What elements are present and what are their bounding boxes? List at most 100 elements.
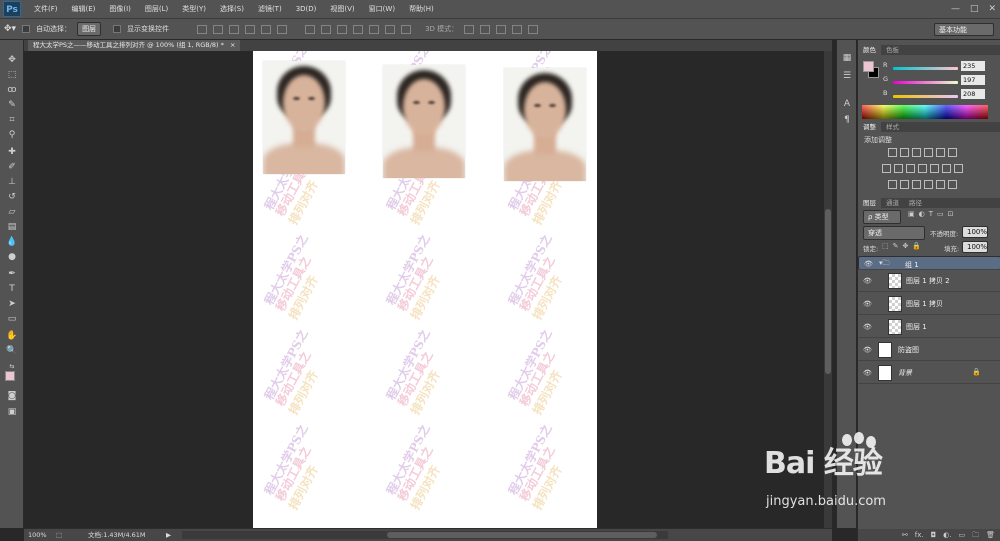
tab-styles[interactable]: 样式 <box>881 122 904 132</box>
show-transform-checkbox[interactable] <box>113 25 122 33</box>
move-tool-icon[interactable]: ✥ <box>5 54 19 67</box>
document-canvas[interactable]: 程大太学PS之移动工具之排列对齐程大太学PS之移动工具之排列对齐程大太学PS之移… <box>253 51 597 528</box>
distribute-bottom-icon[interactable] <box>337 24 348 34</box>
blue-slider[interactable]: B 208 <box>858 89 1000 103</box>
adjustment-icon[interactable] <box>888 148 897 157</box>
paragraph-panel-icon[interactable]: ¶ <box>840 114 854 127</box>
auto-select-dropdown[interactable]: 图层 <box>77 22 102 36</box>
layer-row-watermark[interactable]: 👁 防盗图 <box>858 339 1000 361</box>
healing-tool-icon[interactable]: ✚ <box>5 146 19 159</box>
type-tool-icon[interactable]: T <box>5 283 19 296</box>
history-brush-tool-icon[interactable]: ↺ <box>5 191 19 204</box>
adjustment-icon[interactable] <box>882 164 891 173</box>
shape-tool-icon[interactable]: ▭ <box>5 313 19 326</box>
adjustment-icon[interactable] <box>912 148 921 157</box>
lasso-tool-icon[interactable]: ꝏ <box>5 84 19 97</box>
layer-row-group-1[interactable]: 👁 ▾🗀 组 1 <box>858 256 1000 270</box>
menu-edit[interactable]: 编辑(E) <box>65 0 103 18</box>
layer-style-icon[interactable]: fx. <box>915 529 924 541</box>
menu-view[interactable]: 视图(V) <box>323 0 361 18</box>
distribute-top-icon[interactable] <box>305 24 316 34</box>
menu-filter[interactable]: 滤镜(T) <box>251 0 289 18</box>
eye-icon[interactable]: 👁 <box>863 300 872 308</box>
portrait-photo-3[interactable] <box>504 68 586 181</box>
document-tab[interactable]: 程大太学PS之——移动工具之排列对齐 @ 100% (组 1, RGB/8) *… <box>28 40 241 51</box>
adjustment-icon[interactable] <box>906 164 915 173</box>
align-left-icon[interactable] <box>245 24 256 34</box>
layer-filter-icons[interactable]: ▣◐T▭⊡ <box>908 210 957 218</box>
layer-row-background[interactable]: 👁 背景 🔒 <box>858 362 1000 384</box>
stamp-tool-icon[interactable]: ⊥ <box>5 176 19 189</box>
layer-row-layer-1[interactable]: 👁 图层 1 <box>858 316 1000 338</box>
brush-tool-icon[interactable]: ✐ <box>5 161 19 174</box>
fill-input[interactable]: 100% <box>962 241 988 253</box>
link-layers-icon[interactable]: ⚯ <box>902 529 908 541</box>
maximize-button[interactable]: □ <box>970 0 979 18</box>
eye-icon[interactable]: 👁 <box>863 323 872 331</box>
blue-value-input[interactable]: 208 <box>961 89 985 99</box>
red-slider[interactable]: R 235 <box>858 61 1000 75</box>
distribute-vcenter-icon[interactable] <box>321 24 332 34</box>
menu-layer[interactable]: 图层(L) <box>138 0 175 18</box>
status-share-icon[interactable]: ⬚ <box>56 529 62 541</box>
blur-tool-icon[interactable]: 💧 <box>5 236 19 249</box>
new-group-icon[interactable]: ▭ <box>958 529 965 541</box>
eye-icon[interactable]: 👁 <box>863 277 872 285</box>
color-panel-foreground[interactable] <box>863 61 874 72</box>
menu-type[interactable]: 类型(Y) <box>175 0 213 18</box>
auto-align-icon[interactable] <box>401 24 412 34</box>
adjustment-icon[interactable] <box>936 148 945 157</box>
history-panel-icon[interactable]: ▦ <box>840 52 854 65</box>
menu-3d[interactable]: 3D(D) <box>289 0 324 18</box>
minimize-button[interactable]: — <box>951 0 960 18</box>
menu-select[interactable]: 选择(S) <box>213 0 251 18</box>
hand-tool-icon[interactable]: ✋ <box>5 330 19 343</box>
3d-slide-icon[interactable] <box>512 24 523 34</box>
character-panel-icon[interactable]: A <box>840 98 854 111</box>
gradient-tool-icon[interactable]: ▤ <box>5 221 19 234</box>
crop-tool-icon[interactable]: ⌗ <box>5 114 19 127</box>
quick-mask-icon[interactable]: ◙ <box>5 390 19 403</box>
adjustment-icon[interactable] <box>954 164 963 173</box>
adjustment-icon[interactable] <box>936 180 945 189</box>
layer-row-copy[interactable]: 👁 图层 1 拷贝 <box>858 293 1000 315</box>
adjustment-icon[interactable] <box>900 180 909 189</box>
folder-icon[interactable]: ▾🗀 <box>879 259 890 270</box>
align-bottom-icon[interactable] <box>229 24 240 34</box>
screen-mode-icon[interactable]: ▣ <box>5 406 19 419</box>
portrait-photo-2[interactable] <box>383 65 465 178</box>
adjustment-layer-icon[interactable]: ◐. <box>943 529 951 541</box>
eye-icon[interactable]: 👁 <box>863 369 872 377</box>
new-layer-icon[interactable]: 🗀 <box>972 529 979 541</box>
path-select-tool-icon[interactable]: ➤ <box>5 298 19 311</box>
align-hcenter-icon[interactable] <box>261 24 272 34</box>
adjustment-icon[interactable] <box>942 164 951 173</box>
status-menu-arrow-icon[interactable]: ▶ <box>166 529 171 541</box>
lock-icons[interactable]: ⬚✎✥🔒 <box>882 242 925 250</box>
move-tool-preset-icon[interactable]: ✥▾ <box>4 24 16 34</box>
zoom-tool-icon[interactable]: 🔍 <box>5 345 19 358</box>
distribute-hcenter-icon[interactable] <box>369 24 380 34</box>
3d-roll-icon[interactable] <box>480 24 491 34</box>
adjustment-icon[interactable] <box>894 164 903 173</box>
align-top-icon[interactable] <box>197 24 208 34</box>
layer-filter-dropdown[interactable]: ρ 类型 <box>863 210 901 224</box>
adjustment-icon[interactable] <box>948 180 957 189</box>
add-mask-icon[interactable]: ◘ <box>931 529 937 541</box>
portrait-photo-1[interactable] <box>263 61 345 174</box>
menu-image[interactable]: 图像(I) <box>102 0 138 18</box>
quick-select-tool-icon[interactable]: ✎ <box>5 99 19 112</box>
opacity-input[interactable]: 100% <box>962 226 988 238</box>
adjustment-icon[interactable] <box>900 148 909 157</box>
workspace-dropdown[interactable]: 基本功能 <box>934 23 994 36</box>
distribute-right-icon[interactable] <box>385 24 396 34</box>
tab-adjustments[interactable]: 调整 <box>858 122 881 132</box>
menu-window[interactable]: 窗口(W) <box>362 0 402 18</box>
adjustment-icon[interactable] <box>918 164 927 173</box>
horizontal-scrollbar[interactable] <box>182 531 668 539</box>
3d-scale-icon[interactable] <box>528 24 539 34</box>
tab-swatches[interactable]: 色板 <box>881 45 904 55</box>
adjustment-icon[interactable] <box>888 180 897 189</box>
tab-channels[interactable]: 通道 <box>881 198 904 208</box>
tab-paths[interactable]: 路径 <box>904 198 927 208</box>
